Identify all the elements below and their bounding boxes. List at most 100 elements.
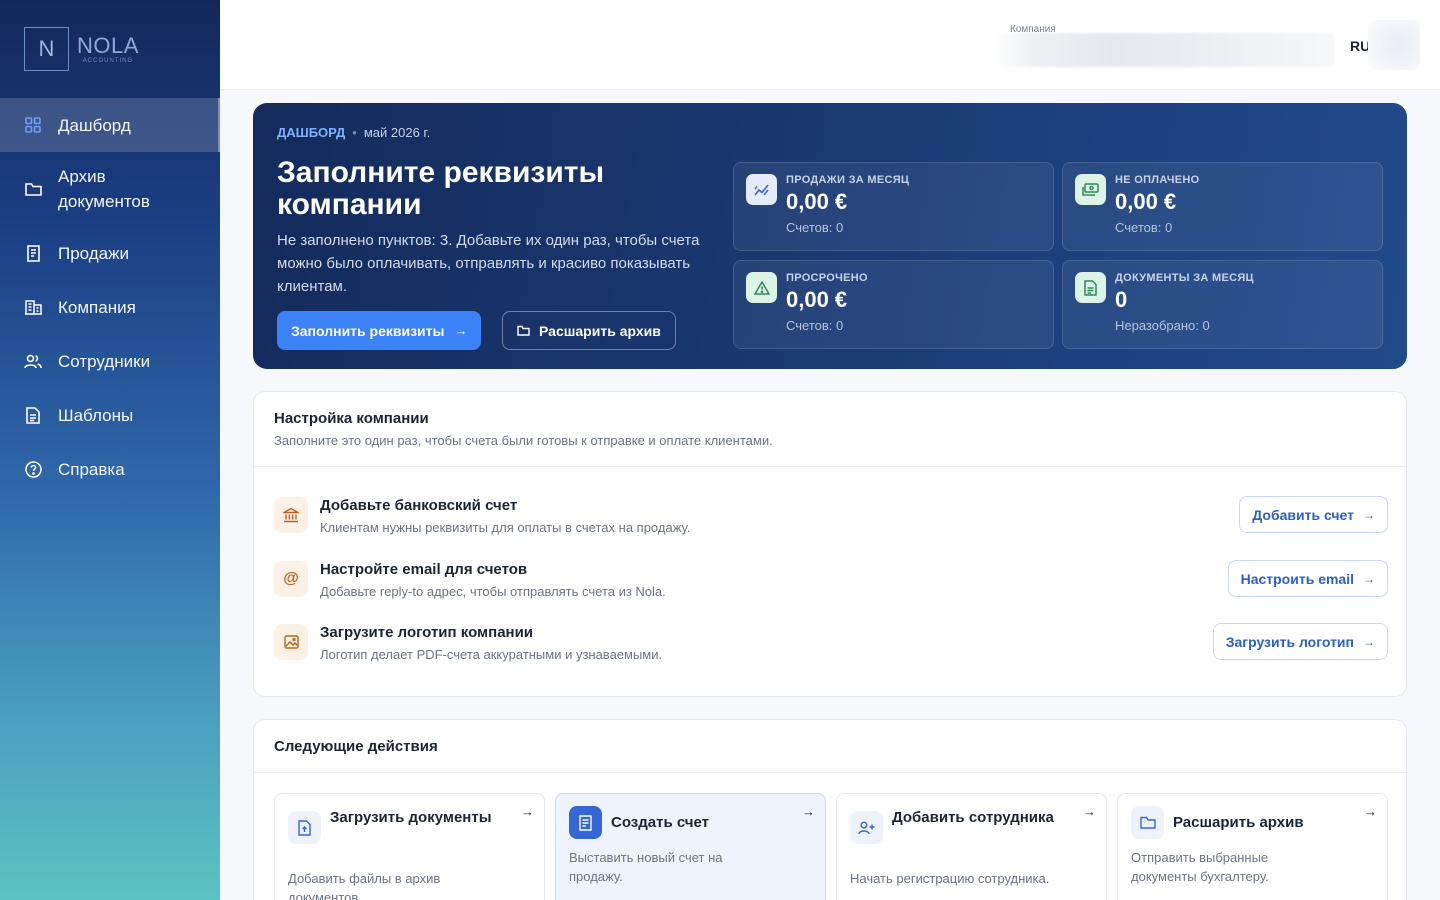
sidebar-item-archive[interactable]: Архив документов (0, 152, 220, 226)
brand-tagline: ACCOUNTING (82, 57, 134, 64)
breadcrumb-separator: • (352, 125, 357, 140)
sidebar-item-templates[interactable]: Шаблоны (0, 388, 220, 442)
button-label: Загрузить логотип (1225, 633, 1354, 650)
banknote-icon (1075, 174, 1106, 205)
stat-value: 0,00 € (786, 189, 848, 214)
action-title: Создать счет (611, 814, 710, 831)
share-archive-label: Расшарить архив (539, 322, 661, 339)
arrow-right-icon: → (1363, 634, 1375, 649)
stat-value: 0 (1115, 287, 1128, 312)
top-header: Компания RU (220, 0, 1440, 90)
task-description: Клиентам нужны реквизиты для оплаты в сч… (320, 520, 691, 535)
stat-card-sales[interactable]: ПРОДАЖИ ЗА МЕСЯЦ 0,00 € Счетов: 0 (733, 162, 1054, 251)
action-share-archive[interactable]: Расшарить архив → Отправить выбранные до… (1117, 793, 1388, 900)
stat-card-overdue[interactable]: ПРОСРОЧЕНО 0,00 € Счетов: 0 (733, 260, 1054, 349)
sidebar-item-label: Сотрудники (58, 351, 151, 371)
action-title: Расшарить архив (1173, 814, 1304, 831)
trend-icon (746, 174, 777, 205)
sidebar-item-dashboard[interactable]: Дашборд (0, 98, 220, 152)
divider (254, 772, 1406, 773)
users-icon (24, 352, 42, 370)
stat-card-documents[interactable]: ДОКУМЕНТЫ ЗА МЕСЯЦ 0 Неразобрано: 0 (1062, 260, 1383, 349)
setup-email-button[interactable]: Настроить email → (1227, 560, 1388, 597)
brand-name: NOLA (77, 32, 139, 58)
action-description: Выставить новый счет на продажу. (569, 850, 723, 884)
stat-subtext: Неразобрано: 0 (1115, 318, 1210, 333)
task-description: Добавьте reply-to адрес, чтобы отправлят… (320, 584, 666, 599)
setup-task-email: @ Настройте email для счетов Добавьте re… (274, 560, 1388, 611)
building-icon (24, 298, 42, 316)
setup-task-logo: Загрузите логотип компании Логотип делае… (274, 623, 1388, 674)
company-selector[interactable] (993, 33, 1335, 67)
sidebar-item-label: Шаблоны (58, 405, 134, 425)
folder-icon (1131, 806, 1164, 839)
share-archive-button[interactable]: Расшарить архив (502, 311, 676, 350)
fill-details-button[interactable]: Заполнить реквизиты → (277, 311, 482, 350)
help-icon (24, 460, 42, 478)
add-bank-account-button[interactable]: Добавить счет → (1239, 496, 1388, 533)
action-title: Добавить сотрудника (892, 809, 1054, 826)
stat-subtext: Счетов: 0 (786, 220, 844, 235)
sidebar-item-help[interactable]: Справка (0, 442, 220, 496)
action-title: Загрузить документы (330, 809, 492, 826)
sidebar-item-employees[interactable]: Сотрудники (0, 334, 220, 388)
warning-icon (746, 272, 777, 303)
avatar[interactable] (1368, 20, 1420, 70)
hero-description: Не заполнено пунктов: 3. Добавьте их оди… (277, 232, 700, 295)
arrow-right-icon: → (1363, 507, 1375, 522)
sidebar-nav: Дашборд Архив документов Продажи Компани… (0, 98, 220, 496)
dashboard-icon (24, 116, 42, 134)
arrow-right-icon: → (454, 323, 468, 338)
stat-subtext: Счетов: 0 (786, 318, 844, 333)
period-label: май 2026 г. (363, 125, 431, 140)
stat-label: НЕ ОПЛАЧЕНО (1115, 174, 1200, 186)
action-add-employee[interactable]: Добавить сотрудника → Начать регистрацию… (836, 793, 1107, 900)
logo-mark: N (24, 27, 69, 71)
button-label: Добавить счет (1252, 506, 1354, 523)
receipt-icon (24, 244, 42, 262)
action-description: Отправить выбранные документы бухгалтеру… (1131, 850, 1269, 884)
sidebar-item-sales[interactable]: Продажи (0, 226, 220, 280)
breadcrumb-current[interactable]: ДАШБОРД (277, 125, 345, 140)
stat-label: ДОКУМЕНТЫ ЗА МЕСЯЦ (1115, 272, 1254, 284)
sidebar-item-company[interactable]: Компания (0, 280, 220, 334)
fill-details-label: Заполнить реквизиты (291, 322, 445, 339)
folder-icon (24, 180, 42, 198)
sidebar-item-label: Компания (58, 297, 136, 317)
company-label: Компания (1010, 24, 1056, 35)
setup-task-bank: Добавьте банковский счет Клиентам нужны … (274, 496, 1388, 547)
brand-logo[interactable]: N NOLA ACCOUNTING (24, 27, 139, 71)
image-icon (274, 624, 308, 660)
stat-label: ПРОСРОЧЕНО (786, 272, 868, 284)
action-description: Начать регистрацию сотрудника. (850, 871, 1050, 886)
task-title: Настройте email для счетов (320, 561, 528, 578)
stat-label: ПРОДАЖИ ЗА МЕСЯЦ (786, 174, 910, 186)
stat-subtext: Счетов: 0 (1115, 220, 1173, 235)
action-upload-documents[interactable]: Загрузить документы → Добавить файлы в а… (274, 793, 545, 900)
next-actions-card: Следующие действия Загрузить документы →… (253, 719, 1407, 900)
upload-logo-button[interactable]: Загрузить логотип → (1212, 623, 1388, 660)
at-icon: @ (274, 561, 308, 597)
company-setup-card: Настройка компании Заполните это один ра… (253, 391, 1407, 697)
arrow-right-icon: → (1364, 804, 1377, 819)
folder-icon (517, 325, 530, 336)
sidebar: N NOLA ACCOUNTING Дашборд Архив документ… (0, 0, 220, 900)
task-title: Загрузите логотип компании (320, 624, 534, 641)
task-description: Логотип делает PDF-счета аккуратными и у… (320, 647, 663, 662)
page-title: Заполните реквизиты компании (277, 156, 605, 221)
action-description: Добавить файлы в архив документов. (288, 871, 441, 900)
invoice-icon (569, 806, 602, 839)
sidebar-item-label: Справка (58, 459, 125, 479)
button-label: Настроить email (1240, 570, 1354, 587)
stat-value: 0,00 € (786, 287, 848, 312)
action-create-invoice[interactable]: Создать счет → Выставить новый счет на п… (555, 793, 826, 900)
user-plus-icon (850, 811, 883, 844)
arrow-right-icon: → (521, 804, 534, 819)
section-title: Настройка компании (274, 410, 429, 427)
breadcrumb: ДАШБОРД • май 2026 г. (277, 125, 430, 140)
stat-card-unpaid[interactable]: НЕ ОПЛАЧЕНО 0,00 € Счетов: 0 (1062, 162, 1383, 251)
sidebar-item-label: Архив документов (58, 167, 150, 211)
section-title: Следующие действия (274, 738, 438, 755)
task-title: Добавьте банковский счет (320, 497, 518, 514)
section-subtitle: Заполните это один раз, чтобы счета были… (274, 433, 773, 448)
